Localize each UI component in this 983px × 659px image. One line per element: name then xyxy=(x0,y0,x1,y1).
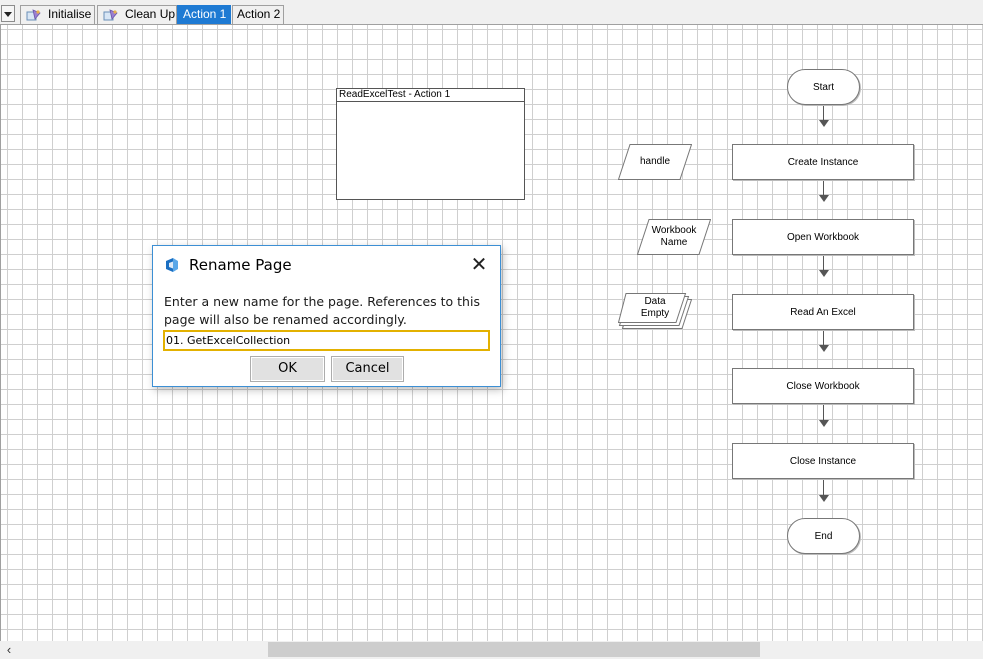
connector-arrowhead xyxy=(819,270,829,277)
collection-data-empty[interactable]: Data Empty xyxy=(618,293,692,329)
page-name-input[interactable] xyxy=(163,330,490,351)
close-icon[interactable]: ✕ xyxy=(467,254,491,276)
action-stage-close-workbook[interactable]: Close Workbook xyxy=(732,368,914,404)
tab-label: Action 1 xyxy=(183,7,227,21)
cancel-button[interactable]: Cancel xyxy=(331,356,404,382)
scroll-left-icon[interactable]: ‹ xyxy=(3,643,15,657)
connector-arrowhead xyxy=(819,120,829,127)
action-stage-read-an-excel[interactable]: Read An Excel xyxy=(732,294,914,330)
dialog-message: Enter a new name for the page. Reference… xyxy=(164,294,480,327)
tab-initialise[interactable]: Initialise xyxy=(20,5,95,24)
page-tab-bar: Initialise Clean Up Action 1 Action 2 xyxy=(0,0,983,24)
tab-label: Action 2 xyxy=(237,7,281,21)
page-info-box[interactable]: ReadExcelTest - Action 1 xyxy=(336,88,525,200)
page-icon xyxy=(26,9,41,21)
data-item-label: handle xyxy=(639,156,671,167)
tab-list-dropdown-button[interactable] xyxy=(1,5,15,22)
ok-button[interactable]: OK xyxy=(250,356,325,382)
action-stage-open-workbook[interactable]: Open Workbook xyxy=(732,219,914,255)
tab-label: Initialise xyxy=(48,7,92,21)
connector-arrowhead xyxy=(819,195,829,202)
scrollbar-thumb[interactable] xyxy=(268,642,760,657)
collection-label: Data Empty xyxy=(640,296,670,319)
tab-action-1[interactable]: Action 1 xyxy=(177,5,231,24)
page-info-title: ReadExcelTest - Action 1 xyxy=(337,89,524,102)
start-stage[interactable]: Start xyxy=(787,69,860,105)
app-logo-icon xyxy=(166,258,178,272)
connector-arrowhead xyxy=(819,420,829,427)
end-stage[interactable]: End xyxy=(787,518,860,554)
action-stage-create-instance[interactable]: Create Instance xyxy=(732,144,914,180)
connector-arrowhead xyxy=(819,495,829,502)
tab-clean-up[interactable]: Clean Up xyxy=(97,5,177,24)
tab-label: Clean Up xyxy=(125,7,176,21)
rename-page-dialog: Rename Page ✕ Enter a new name for the p… xyxy=(152,245,501,387)
data-item-handle[interactable]: handle xyxy=(618,144,692,180)
dialog-title: Rename Page xyxy=(189,256,292,274)
tab-action-2[interactable]: Action 2 xyxy=(232,5,284,24)
page-icon xyxy=(103,9,118,21)
connector-arrowhead xyxy=(819,345,829,352)
data-item-workbook-name[interactable]: Workbook Name xyxy=(637,219,711,255)
horizontal-scrollbar[interactable]: ‹ xyxy=(0,641,983,659)
action-stage-close-instance[interactable]: Close Instance xyxy=(732,443,914,479)
data-item-label: Workbook Name xyxy=(651,225,697,248)
